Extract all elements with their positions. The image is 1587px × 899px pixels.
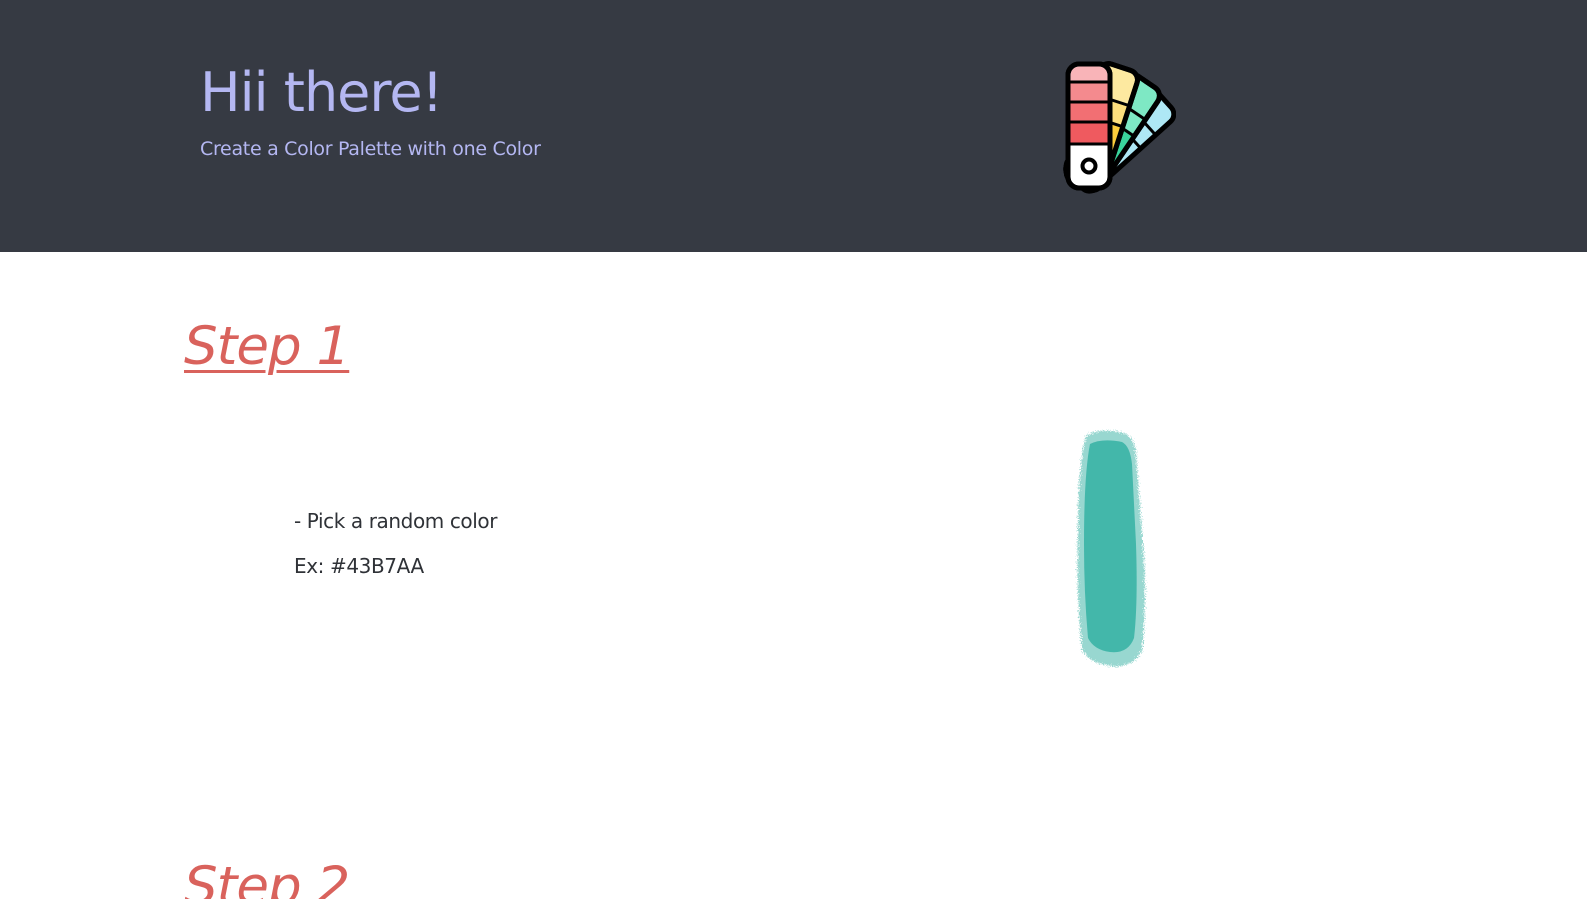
- page-title: Hii there!: [200, 61, 443, 124]
- step-2-heading: Step 2: [184, 856, 350, 899]
- step-1-instruction: - Pick a random color: [294, 509, 498, 533]
- step-1-heading: Step 1: [184, 316, 350, 377]
- page: Hii there! Create a Color Palette with o…: [0, 0, 1587, 899]
- hero-header: Hii there! Create a Color Palette with o…: [0, 0, 1587, 252]
- color-palette-swatch-icon: [1063, 61, 1176, 194]
- page-subtitle: Create a Color Palette with one Color: [200, 138, 541, 160]
- color-swatch-brush-stroke: [1077, 430, 1145, 667]
- step-1-example: Ex: #43B7AA: [294, 554, 424, 578]
